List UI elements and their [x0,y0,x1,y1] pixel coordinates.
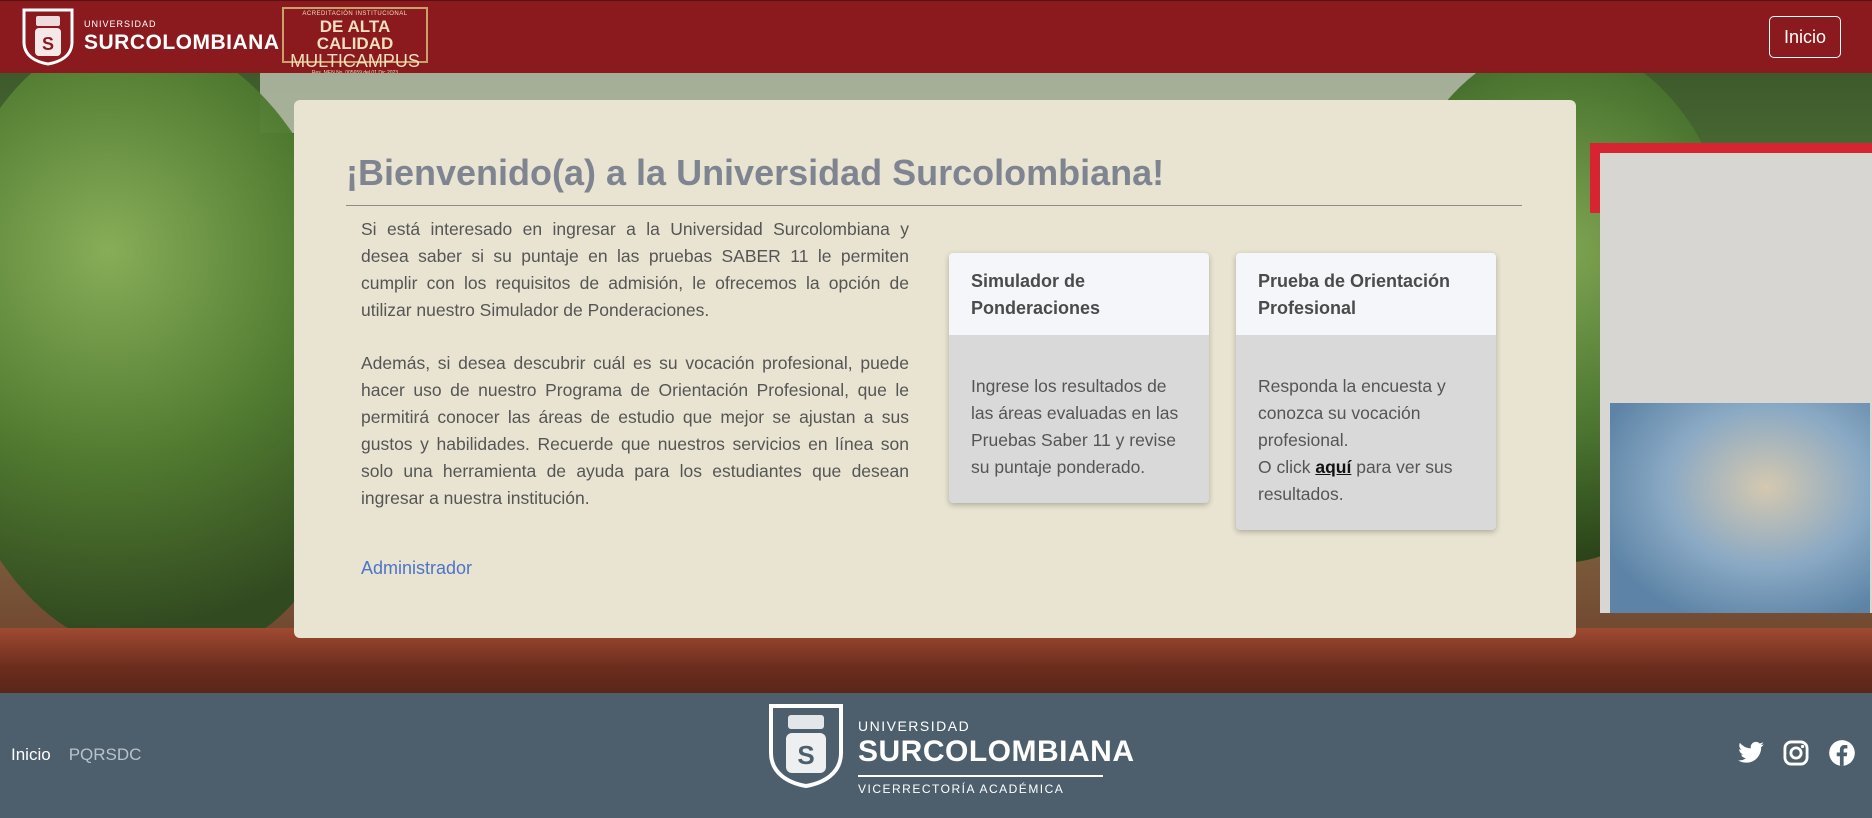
title-divider [346,205,1522,206]
logo-big-text: SURCOLOMBIANA [84,30,280,54]
footer-logo-small: UNIVERSIDAD [858,718,971,734]
usco-shield-icon: S [22,8,74,66]
accreditation-line2: DE ALTA CALIDAD [316,17,394,53]
orientation-card-body: Responda la encuesta y conozca su vocaci… [1236,335,1496,530]
footer-shield-icon: S [769,704,843,789]
page-title: ¡Bienvenido(a) a la Universidad Surcolom… [346,152,1165,193]
top-navbar: S UNIVERSIDAD SURCOLOMBIANA ACREDITACIÓN… [0,0,1872,76]
footer-link-pqrsdc[interactable]: PQRSDC [69,745,142,765]
simulator-card[interactable]: Simulador de Ponderaciones Ingrese los r… [949,253,1209,503]
orientation-card[interactable]: Prueba de Orientación Profesional Respon… [1236,253,1496,530]
welcome-card: ¡Bienvenido(a) a la Universidad Surcolom… [294,100,1576,638]
usco-logo[interactable]: S UNIVERSIDAD SURCOLOMBIANA [20,5,280,67]
footer-logo-sub: VICERRECTORÍA ACADÉMICA [858,782,1065,796]
click-prefix: O click [1258,457,1316,477]
facebook-icon[interactable] [1828,739,1856,767]
svg-text:S: S [797,740,814,770]
accreditation-badge: ACREDITACIÓN INSTITUCIONAL DE ALTA CALID… [282,7,428,76]
footer-link-inicio[interactable]: Inicio [11,745,51,765]
orientation-card-title: Prueba de Orientación Profesional [1236,253,1496,335]
footer-nav: Inicio PQRSDC [11,745,141,765]
footer: Inicio PQRSDC S UNIVERSIDAD SURCOLOMBIAN… [0,693,1872,818]
svg-text:S: S [42,34,54,54]
simulator-card-body: Ingrese los resultados de las áreas eval… [971,376,1179,477]
footer-logo: S UNIVERSIDAD SURCOLOMBIANA VICERRECTORÍ… [766,701,1135,795]
footer-logo-big: SURCOLOMBIANA [858,735,1135,768]
accreditation-line3: MULTICAMPUS [290,51,420,71]
twitter-icon[interactable] [1737,739,1765,767]
simulator-card-title: Simulador de Ponderaciones [949,253,1209,335]
intro-paragraph: Si está interesado en ingresar a la Univ… [361,219,909,320]
orientation-card-text: Responda la encuesta y conozca su vocaci… [1258,376,1446,450]
inicio-button[interactable]: Inicio [1769,16,1841,58]
orientation-paragraph: Además, si desea descubrir cuál es su vo… [361,353,909,508]
admin-link[interactable]: Administrador [361,558,472,579]
results-link[interactable]: aquí [1315,457,1351,477]
logo-small-text: UNIVERSIDAD [84,18,157,29]
instagram-icon[interactable] [1782,739,1810,767]
